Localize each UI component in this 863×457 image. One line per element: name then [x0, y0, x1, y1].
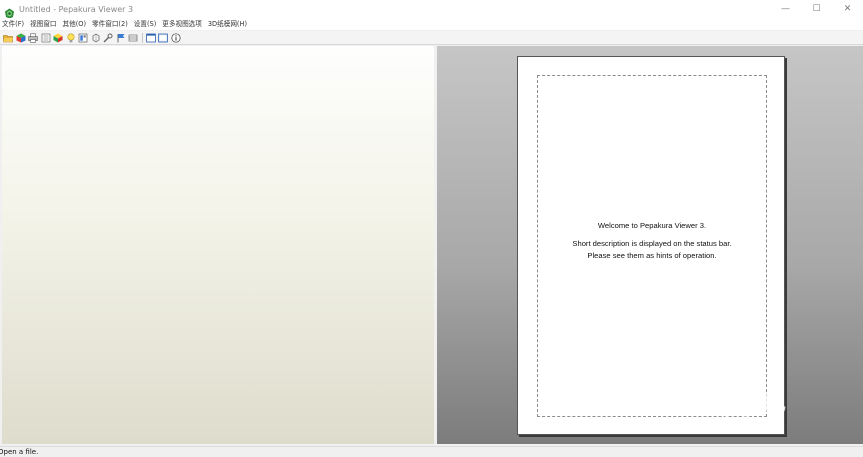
menu-view-window[interactable]: 视图窗口	[27, 18, 59, 30]
welcome-line: Welcome to Pepakura Viewer 3.	[597, 221, 707, 230]
tools-icon[interactable]	[103, 33, 113, 43]
open-folder-icon[interactable]	[3, 33, 13, 43]
window-title: Untitled - Pepakura Viewer 3	[19, 4, 134, 14]
lightbulb-icon[interactable]	[66, 32, 76, 43]
title-bar: Untitled - Pepakura Viewer 3 — ☐ ✕	[0, 0, 863, 18]
menu-file[interactable]: 文件(F)	[0, 18, 27, 30]
panel-icon[interactable]	[158, 33, 168, 43]
menu-bar: 文件(F) 视图窗口 其他(O) 零件窗口(2) 设置(S) 更多视图选项 3D…	[0, 18, 863, 30]
paper-page: Welcome to Pepakura Viewer 3. Short desc…	[517, 56, 785, 435]
watermark-line-1: JZ5U绿色	[670, 388, 787, 416]
menu-other[interactable]: 其他(O)	[60, 18, 90, 30]
flag-icon[interactable]	[116, 33, 126, 43]
rotate-view-icon[interactable]	[91, 33, 101, 43]
menu-parts-window[interactable]: 零件窗口(2)	[89, 18, 131, 30]
toolbar-separator	[141, 32, 143, 43]
app-window: Untitled - Pepakura Viewer 3 — ☐ ✕ 文件(F)…	[0, 0, 863, 457]
toolbar	[0, 31, 863, 45]
layout-icon[interactable]	[128, 33, 138, 43]
hint-line-2: Please see them as hints of operation.	[587, 251, 717, 260]
status-bar: Open a file.	[0, 446, 863, 457]
3d-view-pane[interactable]	[2, 46, 435, 444]
pepakura-logo-icon	[4, 4, 15, 18]
close-button[interactable]: ✕	[832, 0, 863, 18]
menu-more-view-options[interactable]: 更多视图选项	[159, 18, 205, 30]
menu-settings[interactable]: 设置(S)	[131, 18, 160, 30]
welcome-message: Welcome to Pepakura Viewer 3. Short desc…	[518, 220, 786, 262]
window-icon[interactable]	[145, 33, 156, 43]
maximize-button[interactable]: ☐	[801, 0, 832, 18]
page-setup-icon[interactable]	[78, 33, 88, 43]
2d-pattern-pane[interactable]: Welcome to Pepakura Viewer 3. Short desc…	[437, 46, 863, 444]
menu-help[interactable]: 3D纸模网(H)	[205, 18, 250, 30]
site-watermark: JZ5U绿色 www.jz5u	[670, 390, 787, 431]
print-preview-icon[interactable]	[41, 33, 51, 43]
watermark-line-2: www.jz5u	[670, 413, 766, 432]
status-text: Open a file.	[0, 448, 39, 456]
hint-line-1: Short description is displayed on the st…	[572, 239, 732, 248]
minimize-button[interactable]: —	[770, 0, 801, 18]
3d-model-icon[interactable]	[16, 33, 26, 43]
color-cube-icon[interactable]	[53, 33, 63, 43]
info-icon[interactable]	[170, 32, 181, 43]
print-icon[interactable]	[28, 33, 38, 43]
window-controls: — ☐ ✕	[770, 0, 863, 18]
